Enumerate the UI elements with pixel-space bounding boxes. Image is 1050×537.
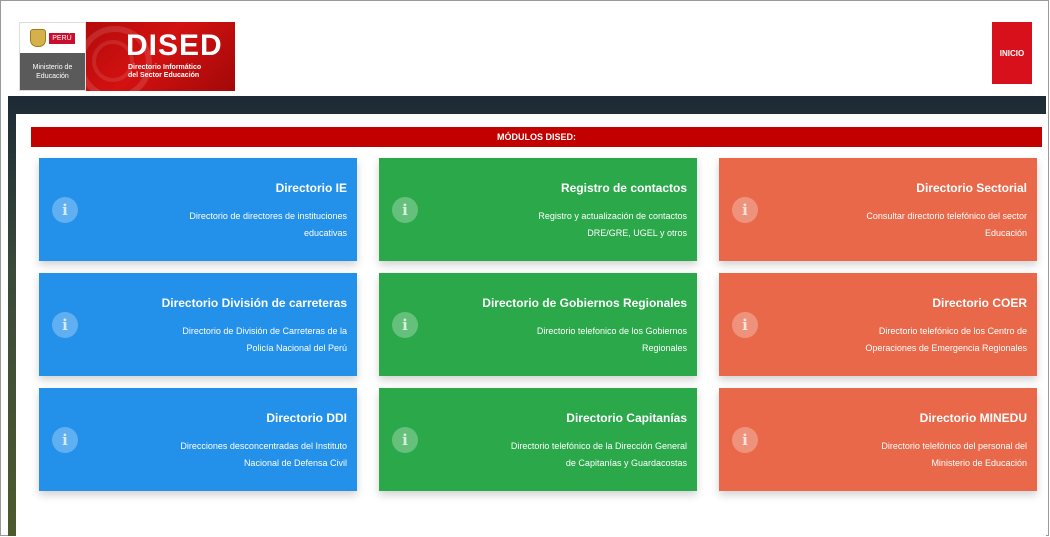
card-title: Directorio de Gobiernos Regionales: [482, 296, 687, 310]
card-description: Direcciones desconcentradas del Institut…: [180, 441, 347, 468]
card-title: Directorio Sectorial: [916, 181, 1027, 195]
brand-title: DISED: [126, 29, 223, 62]
card-description: Directorio de directores de institucione…: [189, 211, 347, 238]
card-description: Directorio telefónico de la Dirección Ge…: [510, 441, 687, 468]
card-title: Directorio División de carreteras: [161, 296, 347, 310]
card-description: Consultar directorio telefónico del sect…: [866, 211, 1027, 238]
card-title: Registro de contactos: [560, 181, 687, 195]
header-logo[interactable]: PERÚ Ministerio de Educación DISED Direc…: [19, 22, 235, 91]
card-title: Directorio IE: [275, 181, 347, 195]
info-icon: i: [732, 312, 758, 338]
peru-label: PERÚ: [49, 32, 75, 44]
info-icon: i: [52, 427, 78, 453]
brand-subtitle-line-2: del Sector Educación: [128, 72, 200, 79]
card-directorio-minedu[interactable]: i Directorio MINEDU Directorio telefónic…: [719, 388, 1037, 491]
card-description: Directorio telefónico del personal del M…: [881, 441, 1027, 468]
peru-shield-icon: [30, 29, 47, 47]
info-icon: i: [52, 197, 78, 223]
brand-subtitle: Directorio Informático del Sector Educac…: [128, 64, 201, 80]
card-directorio-ddi[interactable]: i Directorio DDI Direcciones desconcentr…: [39, 388, 357, 491]
dised-logo: DISED Directorio Informático del Sector …: [86, 22, 235, 91]
info-icon: i: [392, 312, 418, 338]
card-division-carreteras[interactable]: i Directorio División de carreteras Dire…: [39, 273, 357, 376]
card-directorio-sectorial[interactable]: i Directorio Sectorial Consultar directo…: [719, 158, 1037, 261]
ministry-logo: PERÚ Ministerio de Educación: [19, 22, 86, 91]
card-title: Directorio Capitanías: [566, 411, 687, 425]
card-title: Directorio MINEDU: [919, 411, 1027, 425]
section-title: MÓDULOS DISED:: [31, 127, 1042, 147]
card-directorio-capitanias[interactable]: i Directorio Capitanías Directorio telef…: [379, 388, 697, 491]
card-description: Registro y actualización de contactos DR…: [538, 211, 687, 238]
card-description: Directorio telefónico de los Centro de O…: [865, 326, 1027, 353]
info-icon: i: [732, 197, 758, 223]
card-description: Directorio de División de Carreteras de …: [182, 326, 347, 353]
card-title: Directorio COER: [932, 296, 1027, 310]
info-icon: i: [52, 312, 78, 338]
brand-subtitle-line-1: Directorio Informático: [128, 64, 202, 71]
card-directorio-coer[interactable]: i Directorio COER Directorio telefónico …: [719, 273, 1037, 376]
card-directorio-ie[interactable]: i Directorio IE Directorio de directores…: [39, 158, 357, 261]
ministry-label: Ministerio de Educación: [20, 53, 85, 90]
card-registro-contactos[interactable]: i Registro de contactos Registro y actua…: [379, 158, 697, 261]
info-icon: i: [732, 427, 758, 453]
inicio-button[interactable]: INICIO: [992, 22, 1032, 84]
info-icon: i: [392, 197, 418, 223]
card-gobiernos-regionales[interactable]: i Directorio de Gobiernos Regionales Dir…: [379, 273, 697, 376]
card-title: Directorio DDI: [266, 411, 347, 425]
card-description: Directorio telefonico de los Gobiernos R…: [536, 326, 687, 353]
